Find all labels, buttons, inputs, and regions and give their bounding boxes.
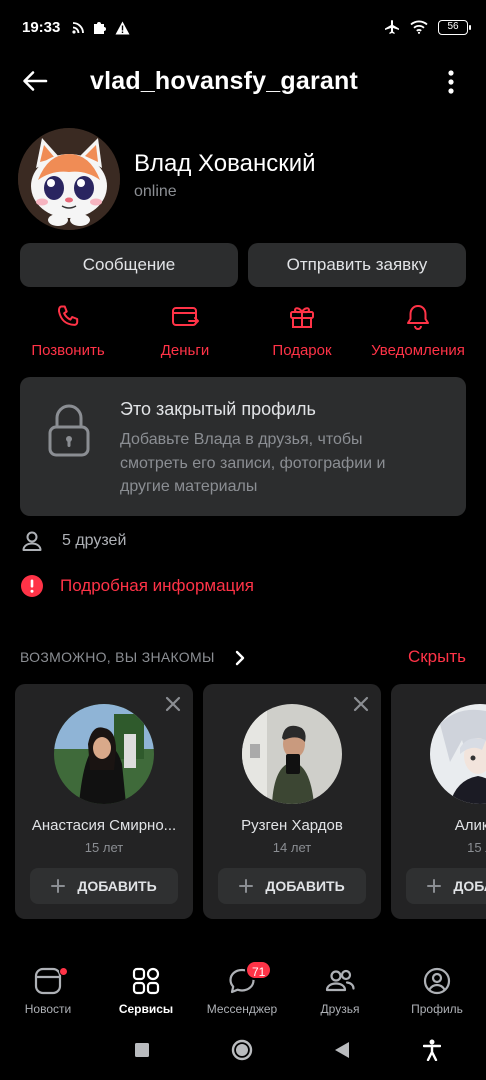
add-friend-label: ДОБАВИТЬ	[265, 878, 345, 894]
top-app-bar: vlad_hovansfy_garant	[0, 56, 486, 106]
nav-news[interactable]: Новости	[1, 966, 95, 1016]
status-left-icons	[72, 20, 130, 35]
suggestion-name: Рузген Хардов	[241, 817, 343, 834]
suggestion-photo	[242, 704, 342, 804]
nav-friends[interactable]: Друзья	[293, 966, 387, 1016]
call-action[interactable]: Позвонить	[13, 302, 123, 359]
close-icon[interactable]	[165, 696, 181, 712]
online-status: online	[134, 183, 177, 200]
recent-apps-icon[interactable]	[134, 1042, 150, 1058]
add-friend-label: ДОБАВИТЬ	[453, 878, 486, 894]
add-friend-button[interactable]: ДОБАВИТЬ	[406, 868, 486, 904]
status-right-icons: 56	[384, 19, 471, 35]
back-button[interactable]	[20, 66, 50, 96]
chevron-right-icon[interactable]	[234, 650, 246, 666]
nav-friends-label: Друзья	[320, 1002, 360, 1016]
profile-name: Влад Хованский	[134, 150, 316, 177]
money-transfer-icon	[172, 307, 199, 326]
closed-profile-description: Добавьте Влада в друзья, чтобы смотреть …	[120, 431, 386, 495]
closed-profile-card: Это закрытый профиль Добавьте Влада в др…	[20, 377, 466, 516]
add-friend-label: ДОБАВИТЬ	[77, 878, 157, 894]
puzzle-icon	[94, 22, 106, 34]
suggestion-card[interactable]: Алик' Л 15 л ДОБАВИТЬ	[391, 684, 486, 919]
user-photo-image	[430, 704, 486, 804]
suggestion-photo	[54, 704, 154, 804]
messenger-unread-badge: 71	[245, 960, 273, 980]
profile-icon	[423, 967, 451, 995]
friends-icon	[325, 969, 355, 992]
suggestion-photo	[430, 704, 486, 804]
phone-icon	[57, 305, 79, 326]
detailed-info-label: Подробная информация	[60, 576, 254, 595]
suggestion-age: 14 лет	[272, 840, 312, 855]
info-icon	[21, 575, 43, 597]
suggestion-age: 15 лет	[84, 840, 124, 855]
nav-services[interactable]: Сервисы	[99, 966, 193, 1016]
hide-suggestions-button[interactable]: Скрыть	[408, 647, 466, 667]
message-button[interactable]: Сообщение	[20, 243, 238, 287]
cat-sticker-avatar-image	[18, 128, 120, 230]
battery-icon: 56	[438, 19, 471, 35]
suggestion-age: 15 л	[467, 840, 486, 855]
status-bar: 19:33 56	[0, 0, 486, 56]
money-label: Деньги	[160, 342, 210, 359]
suggestions-header: ВОЗМОЖНО, ВЫ ЗНАКОМЫ Скрыть	[20, 646, 466, 670]
person-icon	[22, 531, 42, 551]
wifi-icon	[410, 20, 428, 34]
suggestion-card[interactable]: Анастасия Смирно... 15 лет ДОБАВИТЬ	[15, 684, 193, 919]
money-action[interactable]: Деньги	[130, 302, 240, 359]
suggestion-card[interactable]: Рузген Хардов 14 лет ДОБАВИТЬ	[203, 684, 381, 919]
nav-messenger[interactable]: 71 Мессенджер	[195, 960, 289, 1016]
status-time: 19:33	[22, 19, 61, 36]
services-icon	[132, 967, 160, 995]
close-icon[interactable]	[353, 696, 369, 712]
lock-icon	[48, 404, 90, 457]
plus-icon	[427, 879, 442, 893]
call-label: Позвонить	[31, 342, 105, 359]
more-options-button[interactable]	[436, 67, 466, 97]
back-nav-icon[interactable]	[334, 1041, 350, 1059]
user-photo-image	[242, 704, 342, 804]
friends-count: 5 друзей	[62, 532, 127, 549]
send-friend-request-button[interactable]: Отправить заявку	[248, 243, 466, 287]
more-vertical-icon	[448, 70, 454, 94]
back-arrow-icon	[23, 71, 48, 91]
gift-action[interactable]: Подарок	[247, 302, 357, 359]
accessibility-icon[interactable]	[423, 1039, 441, 1061]
nav-news-label: Новости	[24, 1002, 72, 1016]
profile-avatar[interactable]	[18, 128, 120, 230]
gift-icon	[290, 307, 314, 328]
warning-icon	[115, 21, 130, 34]
airplane-icon	[385, 20, 399, 34]
news-unread-dot	[59, 967, 68, 976]
nav-profile-label: Профиль	[411, 1002, 463, 1016]
detailed-info-row[interactable]: Подробная информация	[20, 572, 254, 600]
suggestion-name: Анастасия Смирно...	[31, 817, 177, 834]
user-photo-image	[54, 704, 154, 804]
suggestion-name: Алик' Л	[454, 817, 486, 834]
notifications-label: Уведомления	[371, 342, 465, 359]
page-title: vlad_hovansfy_garant	[90, 67, 358, 95]
add-friend-button[interactable]: ДОБАВИТЬ	[218, 868, 366, 904]
profile-actions: Позвонить Деньги Подарок Уведомления	[0, 302, 486, 362]
bell-icon	[407, 305, 429, 330]
system-navigation-bar	[0, 1026, 486, 1080]
home-icon[interactable]	[231, 1039, 253, 1061]
nav-profile[interactable]: Профиль	[390, 966, 484, 1016]
nav-messenger-label: Мессенджер	[206, 1002, 278, 1016]
friends-count-row[interactable]: 5 друзей	[20, 528, 126, 554]
closed-profile-title: Это закрытый профиль	[120, 399, 316, 419]
plus-icon	[239, 879, 254, 893]
add-friend-button[interactable]: ДОБАВИТЬ	[30, 868, 178, 904]
notifications-action[interactable]: Уведомления	[363, 302, 473, 359]
suggestions-title[interactable]: ВОЗМОЖНО, ВЫ ЗНАКОМЫ	[20, 649, 215, 665]
rss-icon	[72, 21, 84, 34]
gift-label: Подарок	[272, 342, 332, 359]
plus-icon	[51, 879, 66, 893]
nav-services-label: Сервисы	[118, 1002, 174, 1016]
bottom-navigation: Новости Сервисы 71 Мессенджер Друзья Про…	[0, 960, 486, 1026]
